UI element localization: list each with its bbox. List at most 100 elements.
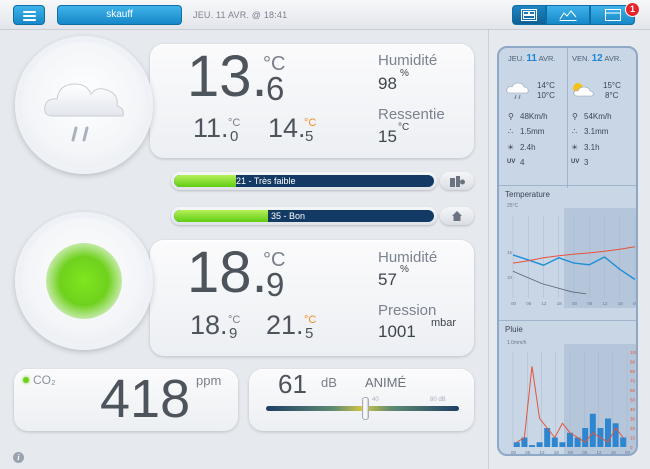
feels-like-unit: °C: [398, 122, 410, 133]
rain-chart: 100%9080706050403020100 0006121800061218…: [511, 344, 636, 455]
air-status-indicator: [46, 243, 122, 319]
weather-disc: [15, 36, 153, 174]
outdoor-min-decimal: 0: [230, 128, 239, 145]
station-selector-button[interactable]: skauff: [57, 5, 182, 25]
side-divider: [488, 30, 489, 469]
rain-right-tick: 90: [630, 360, 636, 365]
rain-x-tick: 12: [597, 450, 603, 455]
outdoor-humidity-unit: %: [400, 68, 409, 79]
indoor-module-button[interactable]: [440, 207, 474, 225]
dashboard-icon: [521, 9, 537, 21]
outdoor-min-unit: °C: [228, 117, 241, 129]
rain-drops-icon: ∴: [508, 127, 514, 136]
pressure-value: 1001: [378, 322, 416, 341]
sun-icon: ☀: [571, 143, 579, 152]
feels-like-value: 15: [378, 127, 397, 146]
rain-x-tick: 18: [611, 450, 617, 455]
city-icon: [450, 176, 465, 187]
rain-bar: [620, 437, 627, 447]
rain-x-tick: 00: [511, 450, 517, 455]
feels-like-label: Ressentie: [378, 106, 445, 123]
rain-right-tick: 20: [630, 426, 636, 431]
rain-bar: [513, 442, 520, 447]
current-datetime: JEU. 11 AVR. @ 18:41: [193, 10, 288, 20]
pressure-unit: mbar: [431, 317, 457, 329]
indoor-min-integer: 18.: [190, 310, 228, 340]
day-2-sunshine: 3.1h: [584, 143, 600, 152]
home-icon: [452, 211, 462, 221]
noise-unit: dB: [321, 375, 337, 390]
indoor-max-integer: 21.: [266, 310, 304, 340]
graph-view-button[interactable]: [546, 5, 590, 25]
wind-icon: ⚲: [508, 112, 514, 121]
pressure-label: Pression: [378, 302, 437, 319]
rain-bar: [567, 432, 573, 447]
indoor-max-decimal: 5: [305, 325, 314, 342]
info-icon[interactable]: i: [13, 452, 24, 463]
temp-x-tick: 18: [618, 301, 624, 306]
day-2-wind: 54Km/h: [584, 112, 612, 121]
rain-chart-title: Pluie: [505, 325, 523, 334]
co2-status-dot: [23, 377, 29, 383]
uv-icon: UV: [571, 159, 580, 165]
indoor-temp-integer: 18.: [187, 240, 268, 305]
noise-scale-high: 80 dB: [430, 397, 446, 403]
rain-drops-icon: ∴: [572, 127, 578, 136]
outdoor-humidity-label: Humidité: [378, 52, 438, 69]
rain-bar: [589, 413, 596, 447]
rain-right-tick: 30: [630, 417, 636, 422]
rain-right-tick: 10: [630, 436, 636, 441]
co2-unit: ppm: [196, 373, 222, 388]
outdoor-max-unit: °C: [304, 117, 317, 129]
day-2-uv: 3: [584, 158, 589, 167]
rain-bar: [612, 423, 619, 447]
temp-x-tick: 06: [526, 301, 532, 306]
temp-y-tick: 10: [507, 275, 513, 280]
notification-badge[interactable]: 1: [625, 2, 640, 17]
day-1-rain: 1.5mm: [520, 127, 545, 136]
noise-level-indicator: [362, 397, 370, 420]
day-1-uv: 4: [520, 158, 525, 167]
temp-y-tick: 15: [507, 250, 513, 255]
co2-label: CO₂: [33, 373, 56, 387]
temp-x-tick: 12: [542, 301, 548, 306]
co2-value: 418: [100, 369, 191, 429]
rain-cloud-icon: [506, 82, 529, 100]
rain-bar: [559, 442, 566, 447]
window-icon: [604, 9, 621, 21]
temp-x-tick: 00: [633, 301, 638, 306]
rain-bar: [551, 437, 558, 447]
sun-icon: ☀: [507, 143, 515, 152]
indoor-max-unit: °C: [304, 314, 317, 326]
indoor-min-decimal: 9: [229, 325, 238, 342]
outdoor-module-button[interactable]: [440, 172, 474, 190]
day-1-max-temp: 14°C: [537, 81, 555, 90]
indoor-min-unit: °C: [228, 314, 241, 326]
rain-bar: [536, 442, 543, 447]
forecast-day-1-header: JEU. 11 AVR.: [508, 53, 556, 64]
rain-bar: [529, 445, 535, 447]
day-1-min-temp: 10°C: [537, 91, 555, 100]
outdoor-max-decimal: 5: [305, 128, 314, 145]
uv-icon: UV: [507, 159, 516, 165]
temperature-chart: 15 10 00 06 12 18 00 06 12 18 00: [507, 208, 638, 308]
rain-x-tick: 06: [525, 450, 531, 455]
sun-cloud-icon: [573, 83, 594, 97]
indoor-temp-unit: °C: [263, 249, 286, 271]
outdoor-temp-integer: 13.: [187, 44, 268, 109]
rain-right-tick: 80: [630, 369, 636, 374]
indoor-status-disc: [15, 212, 153, 350]
menu-button[interactable]: [13, 5, 45, 25]
rain-x-tick: 12: [540, 450, 546, 455]
noise-scale-low: 40: [372, 397, 379, 403]
dashboard-view-button[interactable]: [512, 5, 546, 25]
forecast-day-2-header: VEN. 12 AVR.: [572, 53, 622, 64]
indoor-humidity-value: 57: [378, 270, 397, 289]
outdoor-min-integer: 11.: [193, 113, 229, 143]
outdoor-air-quality-bar: 21 - Très faible: [171, 172, 437, 190]
indoor-air-quality-text: 35 - Bon: [271, 211, 306, 221]
outdoor-humidity-value: 98: [378, 74, 397, 93]
temp-x-tick: 00: [572, 301, 578, 306]
rain-bar: [582, 428, 589, 447]
temp-x-tick: 00: [511, 301, 517, 306]
